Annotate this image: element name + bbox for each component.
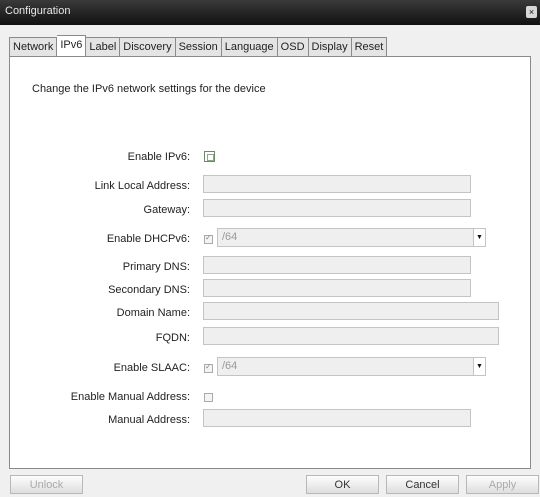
gateway-field[interactable] xyxy=(203,199,471,217)
tab-display[interactable]: Display xyxy=(308,37,352,57)
dhcpv6-prefix-value: /64 xyxy=(222,231,238,243)
enable-manual-address-label: Enable Manual Address: xyxy=(70,391,190,403)
secondary-dns-label: Secondary DNS: xyxy=(108,284,190,296)
manual-address-field[interactable] xyxy=(203,409,471,427)
unlock-button[interactable]: Unlock xyxy=(10,475,83,494)
tab-reset[interactable]: Reset xyxy=(351,37,388,57)
secondary-dns-field[interactable] xyxy=(203,279,471,297)
panel-description: Change the IPv6 network settings for the… xyxy=(32,83,266,95)
enable-slaac-label: Enable SLAAC: xyxy=(113,362,190,374)
close-icon[interactable]: × xyxy=(526,6,537,18)
chevron-down-icon[interactable]: ▼ xyxy=(473,358,485,375)
enable-dhcpv6-label: Enable DHCPv6: xyxy=(106,233,190,245)
tab-discovery[interactable]: Discovery xyxy=(120,37,176,57)
ok-button[interactable]: OK xyxy=(306,475,379,494)
apply-button[interactable]: Apply xyxy=(466,475,539,494)
link-local-address-field[interactable] xyxy=(203,175,471,193)
manual-address-label: Manual Address: xyxy=(108,414,190,426)
slaac-prefix-select[interactable]: /64 ▼ xyxy=(217,357,486,376)
tab-label[interactable]: Label xyxy=(86,37,121,57)
fqdn-field[interactable] xyxy=(203,327,499,345)
enable-manual-address-checkbox[interactable] xyxy=(204,393,213,402)
title-bar: Configuration × xyxy=(0,0,540,25)
gateway-label: Gateway: xyxy=(143,204,190,216)
window-title: Configuration xyxy=(5,5,71,17)
cancel-button[interactable]: Cancel xyxy=(386,475,459,494)
tab-session[interactable]: Session xyxy=(175,37,222,57)
dhcpv6-prefix-select[interactable]: /64 ▼ xyxy=(217,228,486,247)
slaac-prefix-value: /64 xyxy=(222,360,238,372)
enable-ipv6-checkbox[interactable] xyxy=(204,151,215,162)
domain-name-label: Domain Name: xyxy=(116,307,190,319)
enable-slaac-checkbox[interactable] xyxy=(204,362,213,373)
fqdn-label: FQDN: xyxy=(155,332,190,344)
primary-dns-field[interactable] xyxy=(203,256,471,274)
tab-osd[interactable]: OSD xyxy=(277,37,309,57)
tab-bar: Network IPv6 Label Discovery Session Lan… xyxy=(9,35,388,57)
link-local-address-label: Link Local Address: xyxy=(94,180,190,192)
domain-name-field[interactable] xyxy=(203,302,499,320)
tab-ipv6[interactable]: IPv6 xyxy=(57,35,87,57)
enable-dhcpv6-checkbox[interactable] xyxy=(204,233,213,244)
enable-ipv6-label: Enable IPv6: xyxy=(127,151,190,163)
tab-language[interactable]: Language xyxy=(221,37,278,57)
chevron-down-icon[interactable]: ▼ xyxy=(473,229,485,246)
tab-network[interactable]: Network xyxy=(9,37,58,57)
primary-dns-label: Primary DNS: xyxy=(122,261,190,273)
